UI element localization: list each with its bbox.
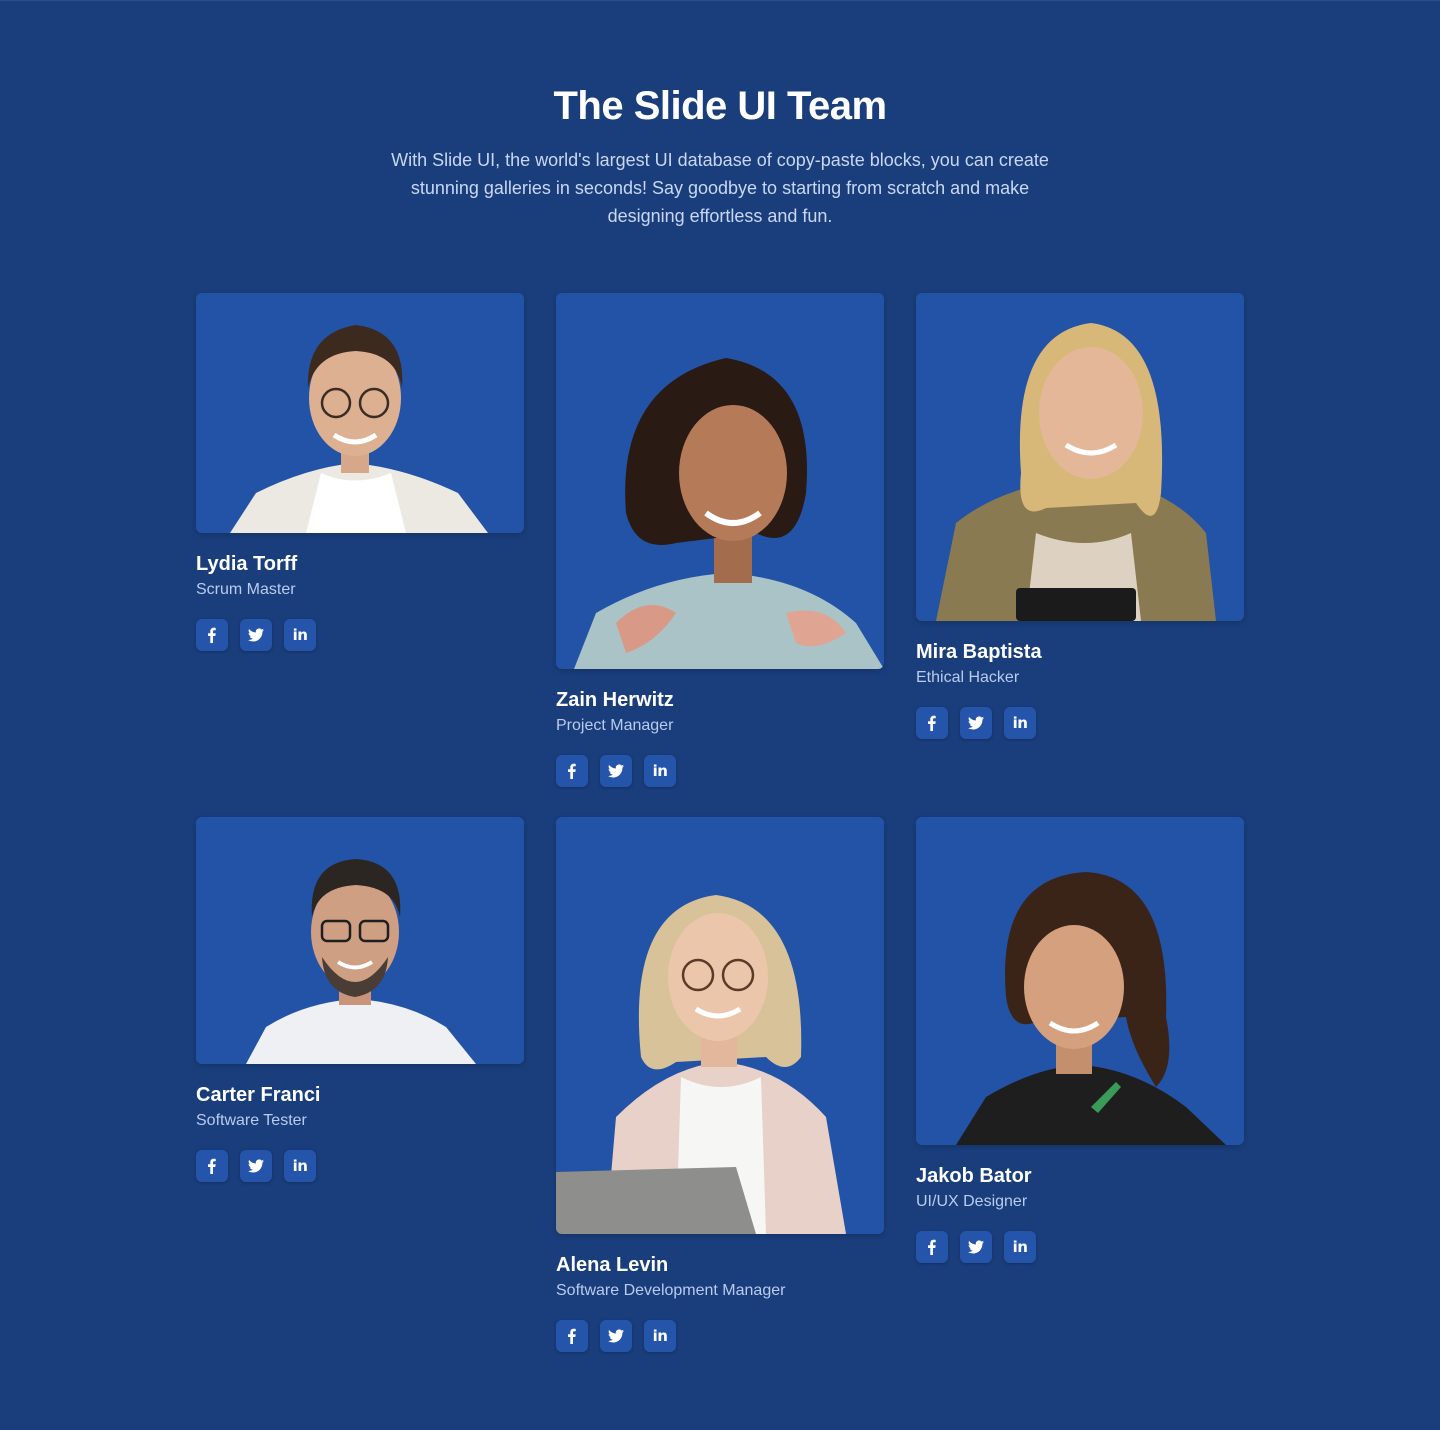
team-member-name: Lydia Torff — [196, 553, 298, 575]
team-member-photo — [556, 817, 884, 1234]
team-member-card: Carter Franci Software Tester in — [196, 817, 524, 1182]
facebook-icon — [208, 1158, 216, 1174]
facebook-icon — [928, 715, 936, 731]
facebook-button[interactable] — [556, 755, 588, 787]
facebook-button[interactable] — [556, 1320, 588, 1352]
facebook-button[interactable] — [916, 707, 948, 739]
social-links: in — [556, 1320, 884, 1352]
twitter-icon — [968, 1240, 984, 1254]
page-title: The Slide UI Team — [553, 84, 887, 128]
linkedin-icon: in — [652, 1327, 668, 1345]
page-subtitle: With Slide UI, the world's largest UI da… — [391, 150, 1049, 226]
team-member-role: Project Manager — [556, 717, 674, 734]
twitter-button[interactable] — [600, 755, 632, 787]
team-member-photo — [196, 817, 524, 1064]
twitter-icon — [968, 716, 984, 730]
team-member-card: Jakob Bator UI/UX Designer in — [916, 817, 1244, 1263]
linkedin-button[interactable]: in — [284, 1150, 316, 1182]
team-member-photo — [196, 293, 524, 533]
team-member-role: UI/UX Designer — [916, 1193, 1028, 1210]
facebook-icon — [568, 763, 576, 779]
team-member-role: Software Development Manager — [556, 1282, 786, 1299]
team-section: The Slide UI Team With Slide UI, the wor… — [0, 0, 1440, 1430]
twitter-icon — [248, 628, 264, 642]
twitter-icon — [608, 1329, 624, 1343]
twitter-icon — [608, 764, 624, 778]
linkedin-icon: in — [292, 626, 308, 644]
team-member-photo — [916, 293, 1244, 621]
linkedin-button[interactable]: in — [644, 755, 676, 787]
linkedin-button[interactable]: in — [1004, 707, 1036, 739]
team-member-card: Mira Baptista Ethical Hacker in — [916, 293, 1244, 739]
team-member-name: Mira Baptista — [916, 641, 1042, 663]
twitter-button[interactable] — [240, 1150, 272, 1182]
team-member-photo — [916, 817, 1244, 1145]
facebook-button[interactable] — [196, 619, 228, 651]
linkedin-button[interactable]: in — [644, 1320, 676, 1352]
facebook-icon — [928, 1239, 936, 1255]
social-links: in — [916, 1231, 1244, 1263]
linkedin-icon: in — [652, 762, 668, 780]
social-links: in — [196, 1150, 524, 1182]
twitter-button[interactable] — [960, 707, 992, 739]
linkedin-icon: in — [1012, 714, 1028, 732]
facebook-icon — [208, 627, 216, 643]
linkedin-icon: in — [1012, 1238, 1028, 1256]
social-links: in — [196, 619, 524, 651]
social-links: in — [916, 707, 1244, 739]
team-member-card: Lydia Torff Scrum Master in — [196, 293, 524, 651]
twitter-button[interactable] — [600, 1320, 632, 1352]
twitter-button[interactable] — [960, 1231, 992, 1263]
facebook-icon — [568, 1328, 576, 1344]
social-links: in — [556, 755, 884, 787]
team-member-card: Alena Levin Software Development Manager… — [556, 817, 884, 1352]
facebook-button[interactable] — [196, 1150, 228, 1182]
team-member-name: Zain Herwitz — [556, 689, 674, 711]
linkedin-button[interactable]: in — [284, 619, 316, 651]
team-member-name: Carter Franci — [196, 1084, 321, 1106]
team-member-role: Software Tester — [196, 1112, 307, 1129]
team-member-role: Scrum Master — [196, 581, 296, 598]
team-member-photo — [556, 293, 884, 669]
twitter-button[interactable] — [240, 619, 272, 651]
facebook-button[interactable] — [916, 1231, 948, 1263]
team-member-name: Alena Levin — [556, 1254, 669, 1276]
twitter-icon — [248, 1159, 264, 1173]
team-member-role: Ethical Hacker — [916, 669, 1020, 686]
team-member-card: Zain Herwitz Project Manager in — [556, 293, 884, 787]
team-member-name: Jakob Bator — [916, 1165, 1032, 1187]
linkedin-icon: in — [292, 1157, 308, 1175]
linkedin-button[interactable]: in — [1004, 1231, 1036, 1263]
